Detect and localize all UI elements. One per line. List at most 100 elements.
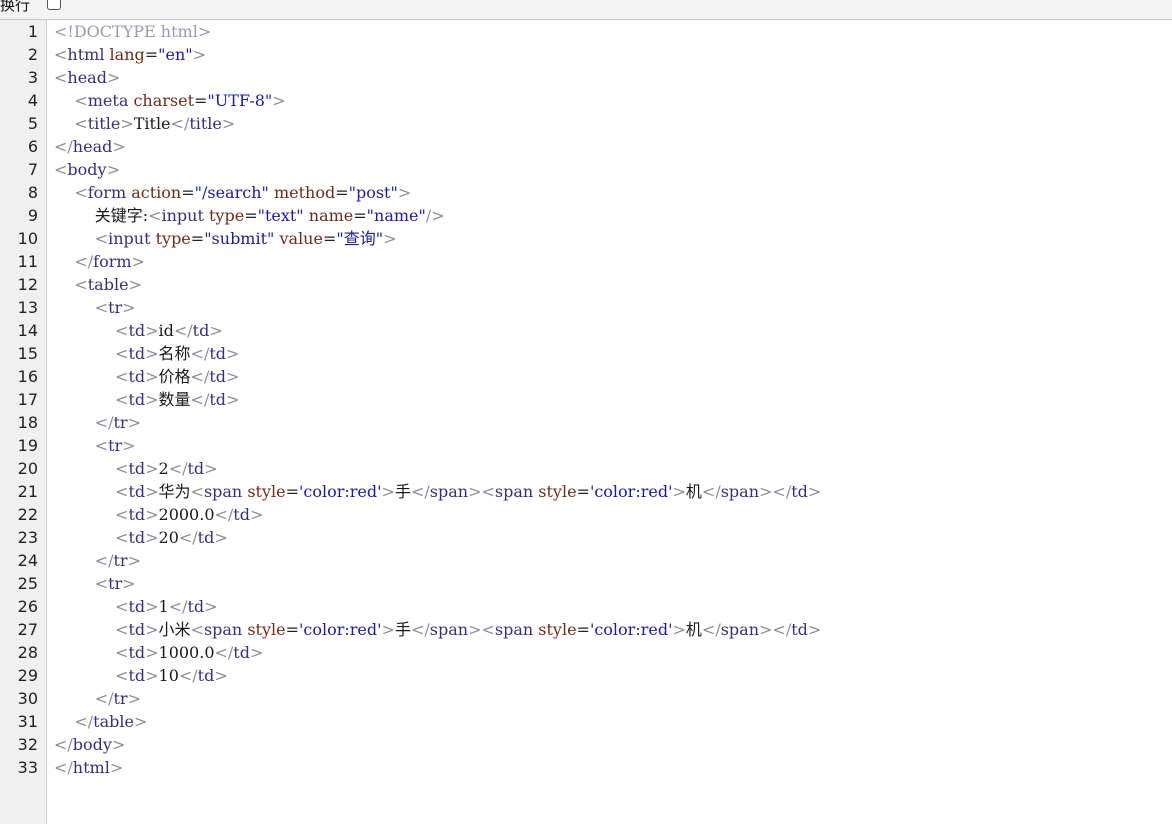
- line-content: </form>: [54, 250, 145, 273]
- line-content: <tr>: [54, 572, 136, 595]
- code-token-bracket: >: [106, 68, 121, 87]
- code-token-eq: =: [194, 91, 208, 110]
- line-content: <html lang="en">: [54, 43, 206, 66]
- code-token-bracket: >: [145, 597, 159, 616]
- code-token-attr: method: [273, 183, 336, 202]
- line-number: 15: [17, 344, 38, 363]
- line-content: <td>名称</td>: [54, 342, 239, 365]
- source-line: 6 </head>: [0, 135, 1172, 158]
- line-content: </html>: [54, 756, 123, 779]
- code-token-value: "text": [257, 206, 304, 225]
- code-token-bracket: >: [214, 528, 228, 547]
- source-line: 14 <td>id</td>: [0, 319, 1172, 342]
- line-number: 10: [17, 229, 38, 248]
- code-token-tag: span: [429, 482, 469, 501]
- code-token-text: Title: [133, 114, 171, 133]
- source-line: 26 <td>1</td>: [0, 595, 1172, 618]
- code-token-tag: table: [87, 275, 129, 294]
- code-token-text: 1: [158, 597, 169, 616]
- code-token-bracket: <: [115, 505, 129, 524]
- line-content: <td>20</td>: [54, 526, 228, 549]
- code-token-value: "name": [366, 206, 426, 225]
- line-content: <td>2000.0</td>: [54, 503, 263, 526]
- code-token-bracket: </: [94, 551, 114, 570]
- code-token-tag: tr: [113, 689, 128, 708]
- line-content: <td>小米<span style='color:red'>手</span><s…: [54, 618, 821, 641]
- code-token-tag: td: [128, 321, 146, 340]
- line-content: <td>id</td>: [54, 319, 223, 342]
- code-token-tag: tr: [108, 574, 123, 593]
- line-wrap-checkbox[interactable]: [47, 0, 61, 10]
- code-token-bracket: >: [381, 482, 395, 501]
- code-token-text: 华为: [158, 482, 191, 501]
- code-token-bracket: <: [115, 459, 129, 478]
- line-number: 23: [17, 528, 38, 547]
- code-token-attr: action: [131, 183, 182, 202]
- code-token-value: 'color:red': [299, 482, 382, 501]
- code-token-text: 2000.0: [158, 505, 215, 524]
- line-content: </head>: [54, 135, 126, 158]
- code-token-bracket: >: [192, 45, 207, 64]
- code-token-value: 'color:red': [299, 620, 382, 639]
- code-token-value: "查询": [336, 229, 384, 248]
- code-token-tag: input: [108, 229, 151, 248]
- code-token-bracket: >: [672, 482, 686, 501]
- code-token-bracket: >: [128, 275, 142, 294]
- line-content: <body>: [54, 158, 120, 181]
- line-content: <title>Title</title>: [54, 112, 235, 135]
- source-line: 3 <head>: [0, 66, 1172, 89]
- code-token-bracket: </: [214, 643, 234, 662]
- line-content: <td>1</td>: [54, 595, 218, 618]
- code-token-text: 数量: [158, 390, 191, 409]
- source-code-view: 1 <!DOCTYPE html> 2 <html lang="en"> 3 <head>…: [0, 20, 1172, 779]
- code-token-tag: span: [203, 482, 243, 501]
- code-token-tag: span: [203, 620, 243, 639]
- code-token-bracket: >: [145, 367, 159, 386]
- code-token-bracket: >: [133, 712, 148, 731]
- line-number: 11: [17, 252, 38, 271]
- code-token-eq: =: [144, 45, 159, 64]
- line-content: 关键字:<input type="text" name="name"/>: [54, 204, 445, 227]
- source-line: 20 <td>2</td>: [0, 457, 1172, 480]
- code-token-bracket: <: [74, 91, 88, 110]
- source-line: 10 <input type="submit" value="查询">: [0, 227, 1172, 250]
- code-token-attr: name: [308, 206, 354, 225]
- line-number: 4: [27, 91, 38, 110]
- source-line: 19 <tr>: [0, 434, 1172, 457]
- code-token-eq: =: [576, 482, 590, 501]
- line-content: <td>1000.0</td>: [54, 641, 263, 664]
- code-token-bracket: <: [94, 574, 109, 593]
- code-token-attr: style: [538, 482, 577, 501]
- line-content: </tr>: [54, 549, 141, 572]
- code-token-bracket: >: [127, 689, 141, 708]
- code-token-value: "UTF-8": [207, 91, 273, 110]
- source-line: 13 <tr>: [0, 296, 1172, 319]
- source-line: 5 <title>Title</title>: [0, 112, 1172, 135]
- code-token-text: 机: [685, 620, 702, 639]
- code-token-tag: span: [494, 620, 534, 639]
- line-number: 1: [27, 22, 38, 41]
- code-token-tag: td: [197, 528, 215, 547]
- source-line: 9 关键字:<input type="text" name="name"/>: [0, 204, 1172, 227]
- code-token-bracket: >: [131, 252, 145, 271]
- line-number: 3: [27, 68, 38, 87]
- code-token-text: 手: [394, 482, 411, 501]
- code-token-bracket: <: [115, 528, 129, 547]
- code-token-eq: =: [576, 620, 590, 639]
- line-wrap-label: 换行: [0, 0, 31, 14]
- code-token-bracket: <: [94, 436, 109, 455]
- line-content: <td>价格</td>: [54, 365, 239, 388]
- code-token-bracket: >: [109, 758, 124, 777]
- code-token-bracket: </: [701, 620, 721, 639]
- code-token-bracket: >: [127, 413, 141, 432]
- line-number: 6: [27, 137, 38, 156]
- code-token-bracket: >: [807, 620, 822, 639]
